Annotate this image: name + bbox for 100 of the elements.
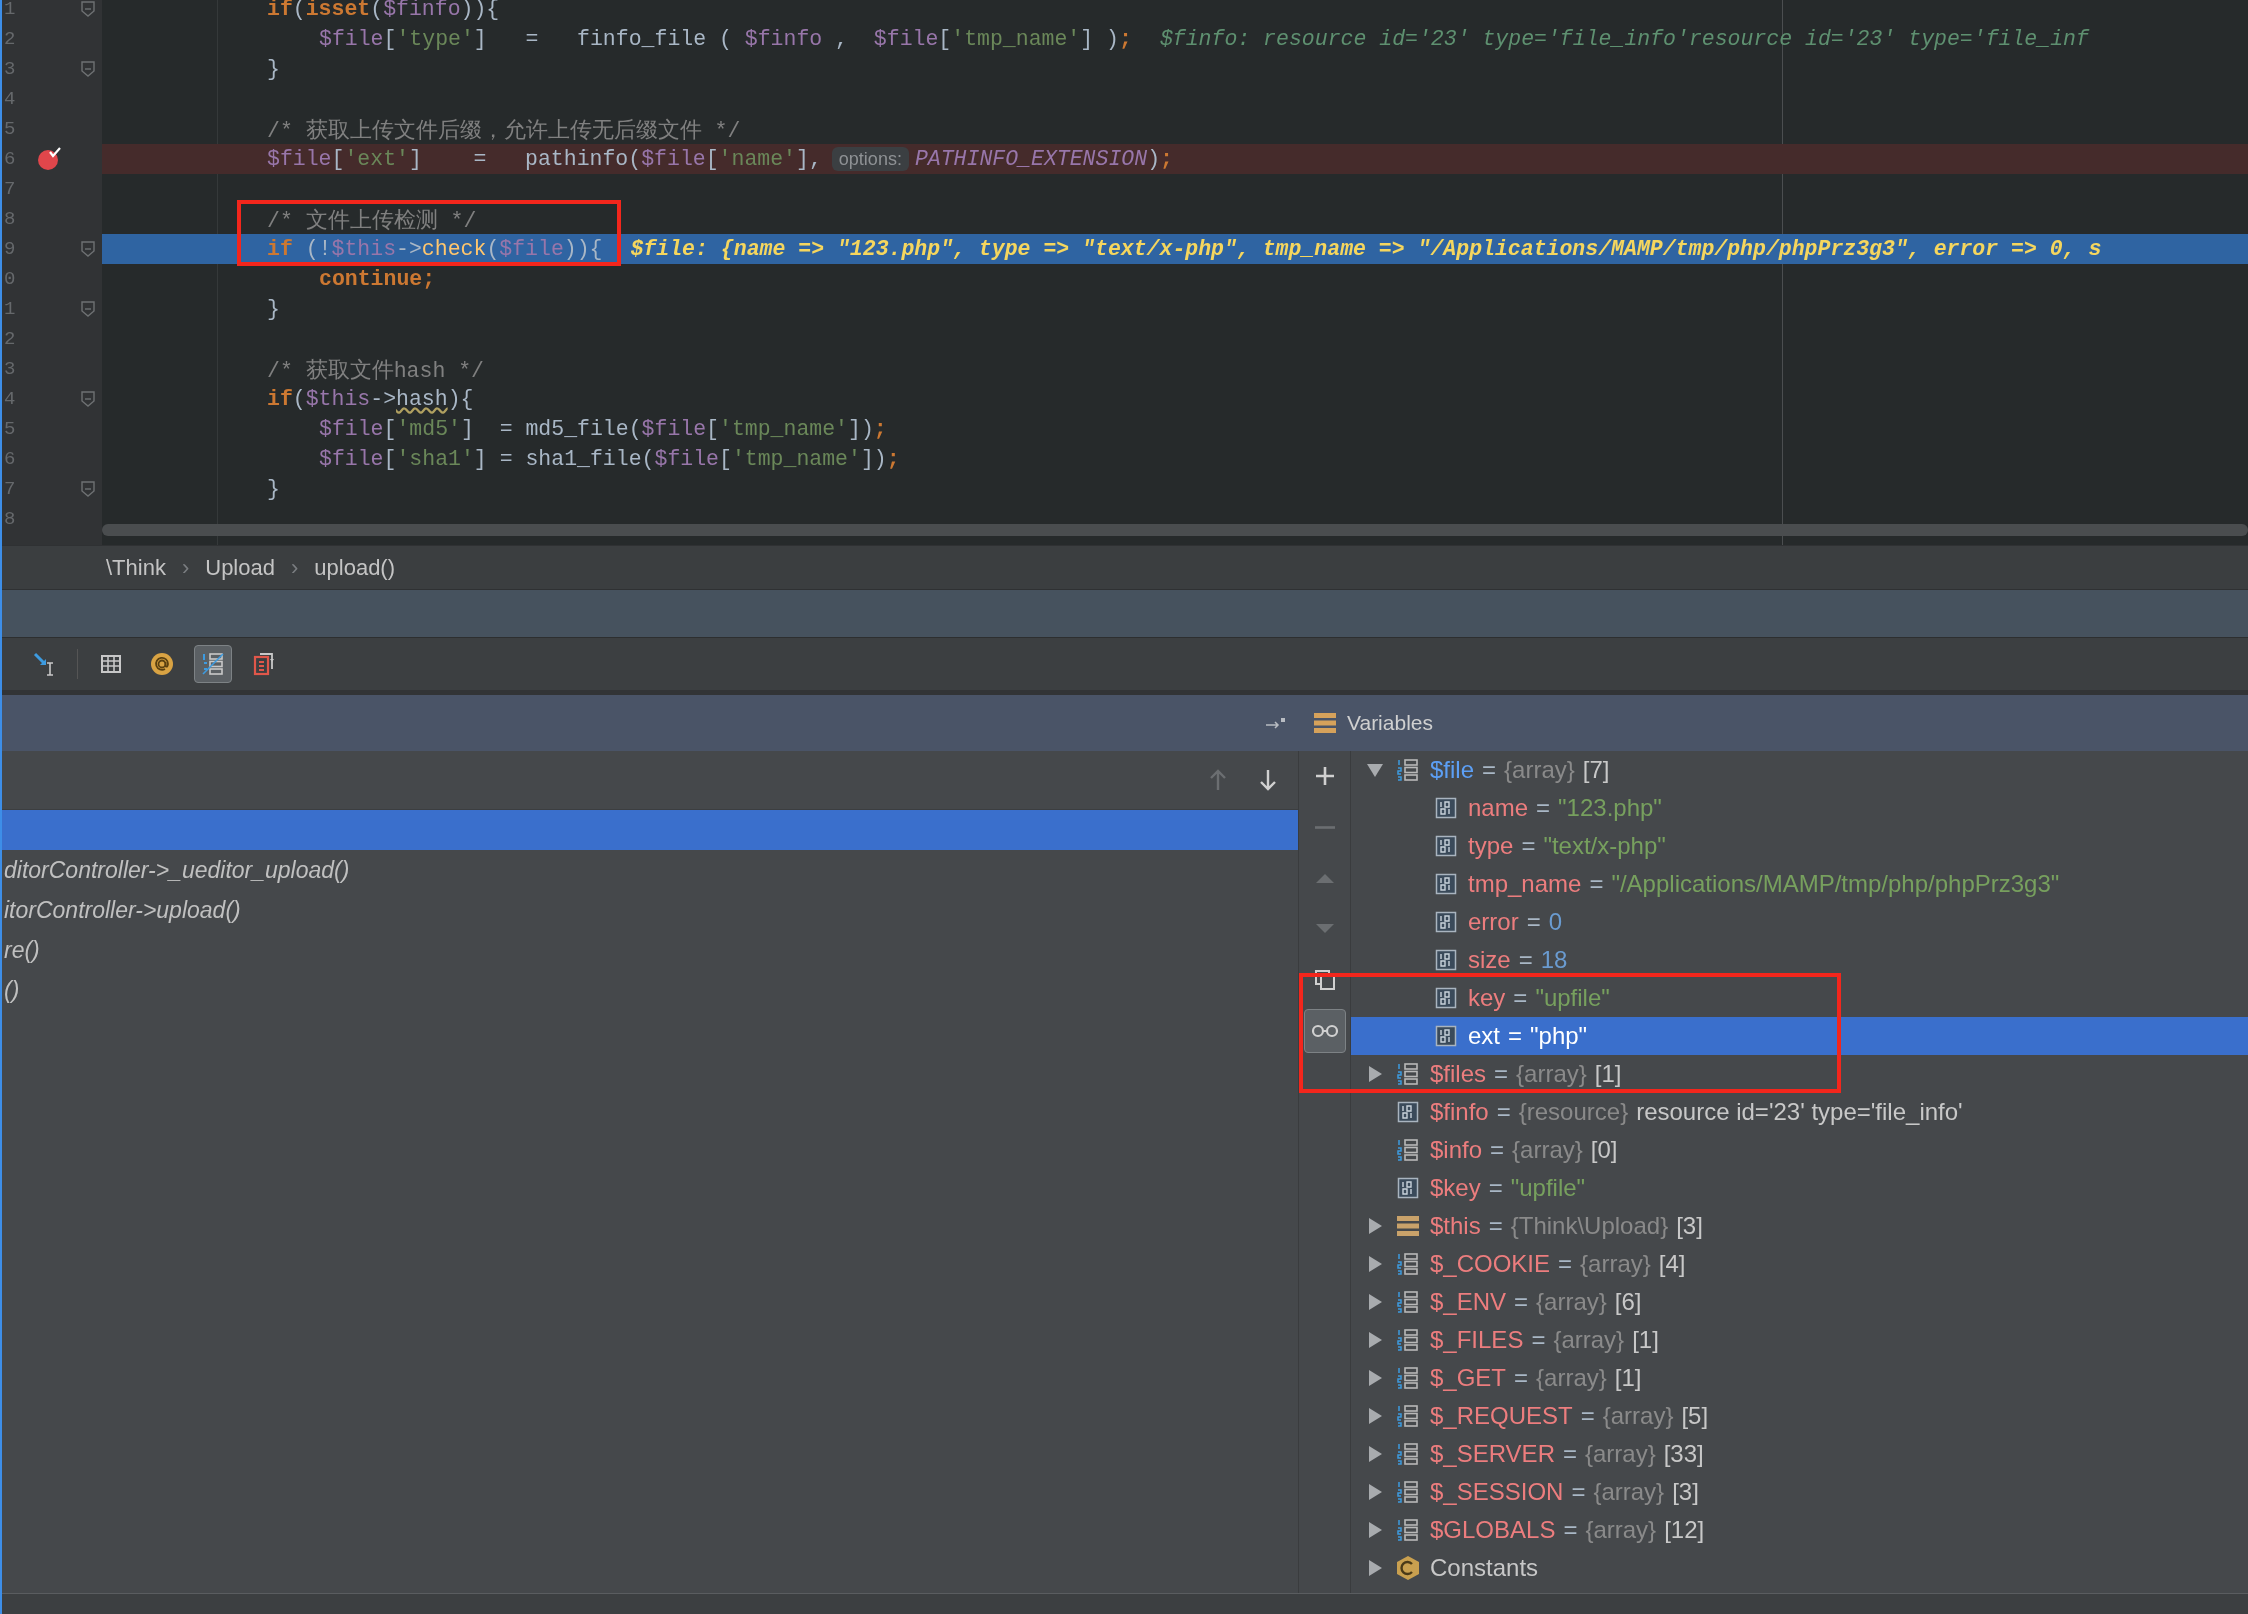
triangle-icon[interactable] [1367,1407,1383,1425]
tree-row[interactable]: $_COOKIE = {array} [4] [1351,1245,2248,1283]
array-icon [1396,1328,1420,1352]
stack-frame[interactable]: re() [2,930,1298,970]
code-line: if($this->hash){ [267,387,474,411]
inline-value: $file: {name => "123.php", type => "text/x-php", tmp_name => "/Applications/MAMP/tmp/php/phpPrz3g3", error => 0, s [630,237,2102,261]
code-line: $file['sha1'] = sha1_file($file['tmp_name']); [319,447,900,471]
triangle-icon[interactable] [1367,1483,1383,1501]
fold-icon[interactable] [81,241,95,257]
stack-frame[interactable]: itorController->upload() [2,890,1298,930]
tree-row[interactable]: $finfo = {resource} resource id='23' type='file_info' [1351,1093,2248,1131]
tree-row[interactable]: $_ENV = {array} [6] [1351,1283,2248,1321]
triangle-icon[interactable] [1367,1521,1383,1539]
object-icon [1396,1215,1420,1237]
tree-row[interactable]: $files = {array} [1] [1351,1055,2248,1093]
tree-row[interactable]: $GLOBALS = {array} [12] [1351,1511,2248,1549]
value-icon [1435,797,1457,819]
variables-icon [1313,712,1337,734]
variable-value: "php" [1530,1022,1588,1050]
fold-icon[interactable] [81,481,95,497]
variable-name: $finfo [1430,1098,1489,1126]
equals-sign: = [1589,870,1604,898]
stack-frame[interactable]: () [2,970,1298,1010]
tree-row[interactable]: $info = {array} [0] [1351,1131,2248,1169]
scrollbar[interactable] [102,524,2248,536]
tree-row[interactable]: error = 0 [1351,903,2248,941]
tree-row[interactable]: $_GET = {array} [1] [1351,1359,2248,1397]
equals-sign: = [1496,1098,1511,1126]
variable-value: [1] [1594,1060,1622,1088]
equals-sign: = [1488,1174,1503,1202]
variable-value: "text/x-php" [1543,832,1666,860]
variable-name: $_GET [1430,1364,1507,1392]
breadcrumb[interactable]: Upload [205,554,275,581]
variable-type: {array} [1580,1250,1651,1278]
variable-type: {array} [1585,1516,1657,1544]
array-icon [1396,758,1420,782]
equals-sign: = [1488,1212,1503,1240]
tree-row[interactable]: $_FILES = {array} [1] [1351,1321,2248,1359]
tool-button[interactable] [1303,1009,1346,1053]
tree-row[interactable]: size = 18 [1351,941,2248,979]
fold-icon[interactable] [81,301,95,317]
value-icon [1397,1177,1419,1199]
equals-sign: = [1526,908,1541,936]
equals-sign: = [1513,984,1528,1012]
variable-value: [1] [1632,1326,1659,1354]
variable-name: tmp_name [1468,870,1582,898]
fold-icon[interactable] [81,391,95,407]
triangle-icon[interactable] [1367,1559,1383,1577]
value-icon [1435,873,1457,895]
code-line: if (!$this->check($file)){ [267,237,603,261]
variable-value: [1] [1614,1364,1642,1392]
tree-row[interactable]: $_SERVER = {array} [33] [1351,1435,2248,1473]
variable-name: name [1468,794,1529,822]
breadcrumb[interactable]: upload() [314,554,395,581]
triangle-icon[interactable] [1366,762,1384,778]
tree-row[interactable]: $file = {array} [7] [1351,751,2248,789]
stack-frame[interactable]: ditorController->_ueditor_upload() [2,850,1298,890]
tree-row[interactable]: type = "text/x-php" [1351,827,2248,865]
toolbar-button[interactable] [194,645,232,683]
triangle-icon[interactable] [1367,1255,1383,1273]
breadcrumb-separator: › [290,554,299,581]
variable-type: {resource} [1518,1098,1629,1126]
triangle-icon[interactable] [1367,1369,1383,1387]
breadcrumb[interactable]: \Think [106,554,166,581]
tree-row[interactable]: tmp_name = "/Applications/MAMP/tmp/php/phpPrz3g3" [1351,865,2248,903]
code-line: /* 获取上传文件后缀，允许上传无后缀文件 */ [267,117,741,144]
tree-row[interactable]: name = "123.php" [1351,789,2248,827]
equals-sign: = [1514,1364,1529,1392]
tree-row[interactable]: key = "upfile" [1351,979,2248,1017]
tree-row[interactable]: Constants [1351,1549,2248,1587]
table-icon [99,652,123,676]
tree-row[interactable]: $this = {Think\Upload} [3] [1351,1207,2248,1245]
variable-name: $_COOKIE [1430,1250,1551,1278]
fold-icon[interactable] [81,1,95,17]
equals-sign: = [1562,1440,1577,1468]
variable-name: Constants [1430,1554,1539,1582]
fold-icon[interactable] [81,61,95,77]
triangle-icon[interactable] [1367,1217,1383,1235]
code-line: } [267,57,280,81]
code-line: /* 获取文件hash */ [267,357,485,384]
list-icon [200,651,226,677]
variable-type: {array} [1536,1364,1607,1392]
code-line: } [267,297,280,321]
triangle-icon[interactable] [1367,1331,1383,1349]
variable-type: {array} [1602,1402,1674,1430]
variable-type: {array} [1585,1440,1656,1468]
variable-value: "/Applications/MAMP/tmp/php/phpPrz3g3" [1611,870,2060,898]
breakpoint-icon[interactable] [36,146,62,172]
triangle-icon[interactable] [1367,1293,1383,1311]
tree-row[interactable]: $_SESSION = {array} [3] [1351,1473,2248,1511]
equals-sign: = [1514,1288,1529,1316]
tree-row[interactable]: $_REQUEST = {array} [5] [1351,1397,2248,1435]
variable-name: ext [1468,1022,1500,1050]
variable-value: "upfile" [1535,984,1610,1012]
triangle-icon[interactable] [1367,1445,1383,1463]
equals-sign: = [1482,756,1497,784]
triangle-icon[interactable] [1367,1065,1383,1083]
tree-row[interactable]: ext = "php" [1351,1017,2248,1055]
array-icon [1396,1366,1420,1390]
tree-row[interactable]: $key = "upfile" [1351,1169,2248,1207]
